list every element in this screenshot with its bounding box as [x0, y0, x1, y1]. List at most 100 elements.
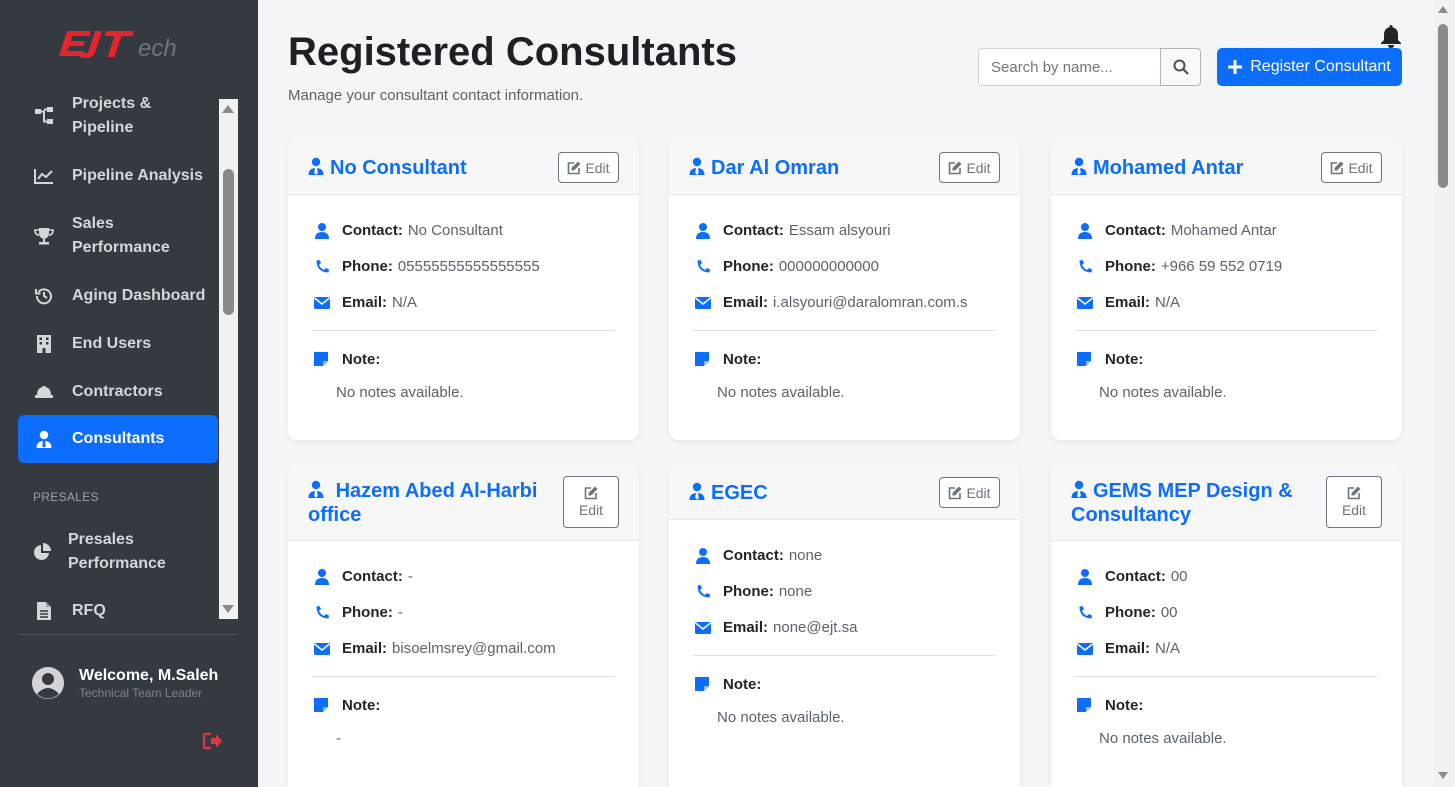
edit-button[interactable]: Edit: [1321, 152, 1382, 183]
edit-button[interactable]: Edit: [558, 152, 619, 183]
sidebar-item-aging-dashboard[interactable]: Aging Dashboard: [18, 284, 218, 308]
sidebar-item-sales-performance[interactable]: Sales Performance: [18, 212, 218, 260]
sidebar-item-presales-performance[interactable]: Presales Performance: [18, 528, 218, 576]
phone-row: Phone: -: [314, 604, 403, 621]
sidebar: ech Projects & Pipeline Pipeline Analysis…: [0, 0, 258, 787]
page-scrollbar[interactable]: [1435, 0, 1455, 787]
envelope-icon: [1077, 295, 1093, 311]
edit-icon: [584, 486, 598, 500]
logout-icon[interactable]: [203, 732, 223, 750]
phone-row: Phone: 00: [1077, 604, 1178, 621]
consultant-card: Dar Al Omran Edit Contact: Essam alsyouri…: [669, 139, 1020, 440]
search-input[interactable]: [978, 48, 1160, 86]
email-row: Email: N/A: [1077, 640, 1180, 657]
contact-row: Contact: Mohamed Antar: [1077, 222, 1277, 239]
card-header: Dar Al Omran Edit: [669, 139, 1020, 195]
note-label: Note:: [1077, 351, 1143, 368]
email-row: Email: N/A: [1077, 294, 1180, 311]
nav-section-presales: PRESALES: [33, 490, 99, 504]
search-icon: [1173, 59, 1189, 75]
note-text: No notes available.: [717, 384, 845, 401]
bell-icon[interactable]: [1380, 24, 1402, 48]
user-icon: [695, 547, 711, 564]
note-label: Note:: [1077, 697, 1143, 714]
sidebar-scrollbar[interactable]: [219, 99, 238, 619]
search-button[interactable]: [1160, 48, 1201, 86]
page-title: Registered Consultants: [288, 30, 737, 74]
note-label: Note:: [314, 351, 380, 368]
phone-icon: [314, 605, 330, 621]
page-subtitle: Manage your consultant contact informati…: [288, 87, 584, 104]
edit-button[interactable]: Edit: [563, 476, 619, 528]
note-text: No notes available.: [1099, 384, 1227, 401]
card-divider: [312, 330, 615, 331]
sitemap-icon: [34, 106, 54, 126]
consultant-name: EGEC: [689, 481, 768, 505]
consultant-name: GEMS MEP Design & Consultancy: [1071, 480, 1293, 526]
ejtech-logo[interactable]: ech: [54, 22, 204, 66]
user-icon: [1077, 568, 1093, 585]
note-text: No notes available.: [717, 709, 845, 726]
card-header: Hazem Abed Al-Harbi office Edit: [288, 464, 639, 541]
sidebar-item-pipeline-analysis[interactable]: Pipeline Analysis: [18, 164, 218, 188]
edit-button[interactable]: Edit: [939, 152, 1000, 183]
user-icon: [1077, 222, 1093, 239]
user-profile: Welcome, M.Saleh Technical Team Leader: [32, 666, 218, 700]
phone-icon: [1077, 259, 1093, 275]
card-divider: [693, 655, 996, 656]
edit-icon: [949, 161, 962, 174]
card-header: GEMS MEP Design & Consultancy Edit: [1051, 464, 1402, 541]
hard-hat-icon: [34, 382, 54, 402]
user-tie-icon: [1071, 480, 1087, 498]
consultant-card: Mohamed Antar Edit Contact: Mohamed Antar…: [1051, 139, 1402, 440]
avatar: [32, 667, 64, 699]
contact-row: Contact: 00: [1077, 568, 1188, 585]
user-tie-icon: [689, 482, 705, 500]
sticky-note-icon: [314, 351, 330, 368]
note-text: No notes available.: [1099, 730, 1227, 747]
page-scroll-thumb[interactable]: [1438, 24, 1448, 188]
user-icon: [314, 568, 330, 585]
chart-line-icon: [34, 166, 54, 186]
edit-button[interactable]: Edit: [1326, 476, 1382, 528]
card-header: EGEC Edit: [669, 464, 1020, 520]
user-icon: [695, 222, 711, 239]
user-name: Welcome, M.Saleh: [79, 667, 219, 684]
phone-icon: [695, 259, 711, 275]
consultant-name: Dar Al Omran: [689, 156, 839, 180]
sidebar-item-end-users[interactable]: End Users: [18, 332, 218, 356]
register-consultant-button[interactable]: Register Consultant: [1217, 48, 1402, 86]
consultant-card: No Consultant Edit Contact: No Consultant…: [288, 139, 639, 440]
building-icon: [34, 334, 54, 354]
user-tie-icon: [34, 429, 54, 449]
edit-icon: [949, 486, 962, 499]
search-group: [978, 48, 1201, 86]
sticky-note-icon: [695, 676, 711, 693]
sidebar-scroll-thumb[interactable]: [223, 169, 234, 315]
sidebar-item-rfq[interactable]: RFQ: [18, 599, 218, 623]
email-row: Email: i.alsyouri@daralomran.com.s: [695, 294, 967, 311]
edit-icon: [1347, 486, 1361, 500]
phone-row: Phone: 000000000000: [695, 258, 879, 275]
sidebar-item-contractors[interactable]: Contractors: [18, 380, 218, 404]
note-label: Note:: [314, 697, 380, 714]
file-icon: [34, 601, 54, 621]
contact-row: Contact: No Consultant: [314, 222, 503, 239]
edit-button[interactable]: Edit: [939, 477, 1000, 508]
edit-icon: [1331, 161, 1344, 174]
note-label: Note:: [695, 676, 761, 693]
sidebar-item-consultants[interactable]: Consultants: [18, 415, 218, 463]
sticky-note-icon: [314, 697, 330, 714]
sidebar-item-projects-pipeline[interactable]: Projects & Pipeline: [18, 96, 218, 140]
envelope-icon: [314, 641, 330, 657]
consultant-card: Hazem Abed Al-Harbi office Edit Contact: -…: [288, 464, 639, 787]
card-header: No Consultant Edit: [288, 139, 639, 195]
note-label: Note:: [695, 351, 761, 368]
user-role: Technical Team Leader: [79, 686, 203, 700]
user-icon: [314, 222, 330, 239]
email-row: Email: N/A: [314, 294, 417, 311]
email-row: Email: bisoelmsrey@gmail.com: [314, 640, 556, 657]
trophy-icon: [34, 226, 54, 246]
user-tie-icon: [1071, 157, 1087, 175]
svg-text:ech: ech: [138, 35, 177, 62]
